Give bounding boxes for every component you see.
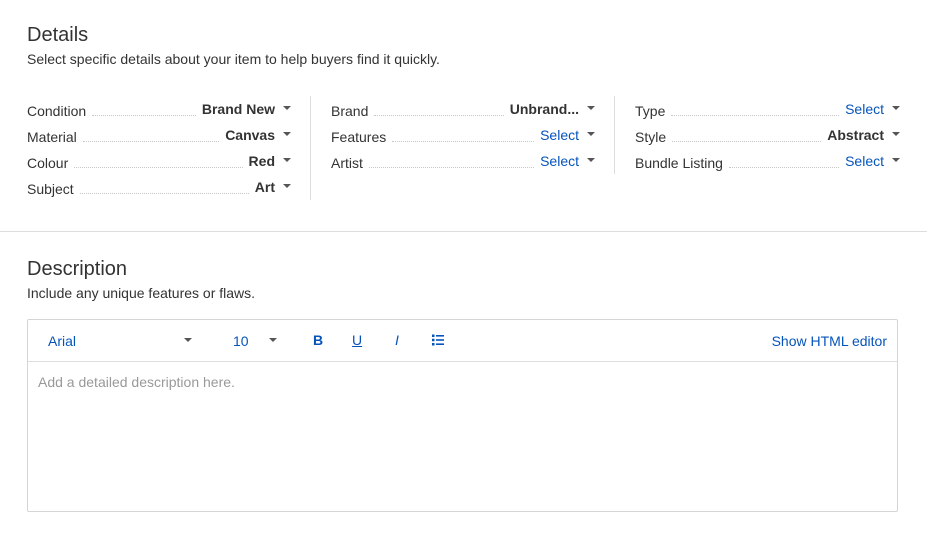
details-column-1: Condition Brand New Material Canvas Colour Re… [27,96,291,200]
detail-value: Unbrand... [509,101,579,117]
chevron-down-icon [283,132,291,136]
detail-label: Features [331,129,387,145]
detail-label: Material [27,129,77,145]
detail-row: Features Select [331,122,595,148]
detail-value: Abstract [827,127,884,143]
column-divider [614,96,615,174]
description-title: Description [27,258,128,280]
chevron-down-icon [283,106,291,110]
bulleted-list-button[interactable] [432,334,444,346]
dotted-leader [672,141,822,142]
font-family-dropdown[interactable]: Arial [48,333,192,349]
underline-button[interactable]: U [352,332,362,348]
details-column-2: Brand Unbrand... Features Select Artist Selec… [331,96,595,174]
detail-value-dropdown[interactable]: Art [255,179,291,200]
font-size-dropdown[interactable]: 10 [233,333,277,349]
detail-label: Brand [331,103,369,119]
dotted-leader [74,167,243,168]
detail-value-dropdown[interactable]: Unbrand... [510,101,595,122]
dotted-leader [82,141,220,142]
dotted-leader [728,167,840,168]
detail-value: Art [254,179,275,195]
bold-button[interactable]: B [313,332,323,348]
detail-value: Red [248,153,275,169]
detail-row: Style Abstract [635,122,900,148]
detail-value: Canvas [225,127,275,143]
font-family-value: Arial [48,333,77,349]
details-column-3: Type Select Style Abstract Bundle Listing Sel… [635,96,900,174]
chevron-down-icon [587,158,595,162]
dotted-leader [79,193,249,194]
chevron-down-icon [184,338,192,342]
description-subtitle: Include any unique features or flaws. [27,285,256,301]
chevron-down-icon [587,132,595,136]
detail-value: Select [540,127,579,143]
chevron-down-icon [269,338,277,342]
description-editor: Arial 10 B U I Show HTML editor Add a de… [27,319,898,512]
chevron-down-icon [892,106,900,110]
detail-label: Subject [27,181,74,197]
dotted-leader [671,115,840,116]
detail-row: Condition Brand New [27,96,291,122]
detail-value-dropdown[interactable]: Select [845,101,900,122]
detail-value-dropdown[interactable]: Select [540,127,595,148]
details-title: Details [27,24,89,46]
detail-row: Artist Select [331,148,595,174]
column-divider [310,96,311,200]
detail-label: Condition [27,103,87,119]
detail-value-dropdown[interactable]: Red [249,153,291,174]
editor-toolbar: Arial 10 B U I Show HTML editor [28,320,897,362]
description-placeholder: Add a detailed description here. [38,374,235,390]
description-textarea[interactable]: Add a detailed description here. [28,362,897,512]
detail-value-dropdown[interactable]: Select [845,153,900,174]
chevron-down-icon [587,106,595,110]
details-section: Details Select specific details about yo… [0,0,927,232]
detail-value: Select [540,153,579,169]
dotted-leader [374,115,504,116]
italic-button[interactable]: I [395,332,399,348]
detail-label: Colour [27,155,69,171]
detail-label: Type [635,103,666,119]
detail-row: Colour Red [27,148,291,174]
dotted-leader [92,115,196,116]
detail-value: Brand New [201,101,275,117]
chevron-down-icon [892,158,900,162]
detail-row: Type Select [635,96,900,122]
chevron-down-icon [892,132,900,136]
detail-value-dropdown[interactable]: Canvas [225,127,291,148]
chevron-down-icon [283,158,291,162]
detail-value: Select [845,101,884,117]
chevron-down-icon [283,184,291,188]
font-size-value: 10 [233,333,249,349]
dotted-leader [368,167,535,168]
detail-value: Select [845,153,884,169]
show-html-editor-link[interactable]: Show HTML editor [772,333,887,349]
detail-value-dropdown[interactable]: Brand New [202,101,291,122]
detail-row: Subject Art [27,174,291,200]
detail-row: Bundle Listing Select [635,148,900,174]
detail-label: Bundle Listing [635,155,723,171]
detail-label: Artist [331,155,363,171]
detail-label: Style [635,129,667,145]
detail-row: Brand Unbrand... [331,96,595,122]
details-subtitle: Select specific details about your item … [27,51,440,67]
detail-row: Material Canvas [27,122,291,148]
detail-value-dropdown[interactable]: Select [540,153,595,174]
detail-value-dropdown[interactable]: Abstract [827,127,900,148]
bulleted-list-icon [432,334,444,346]
dotted-leader [392,141,535,142]
